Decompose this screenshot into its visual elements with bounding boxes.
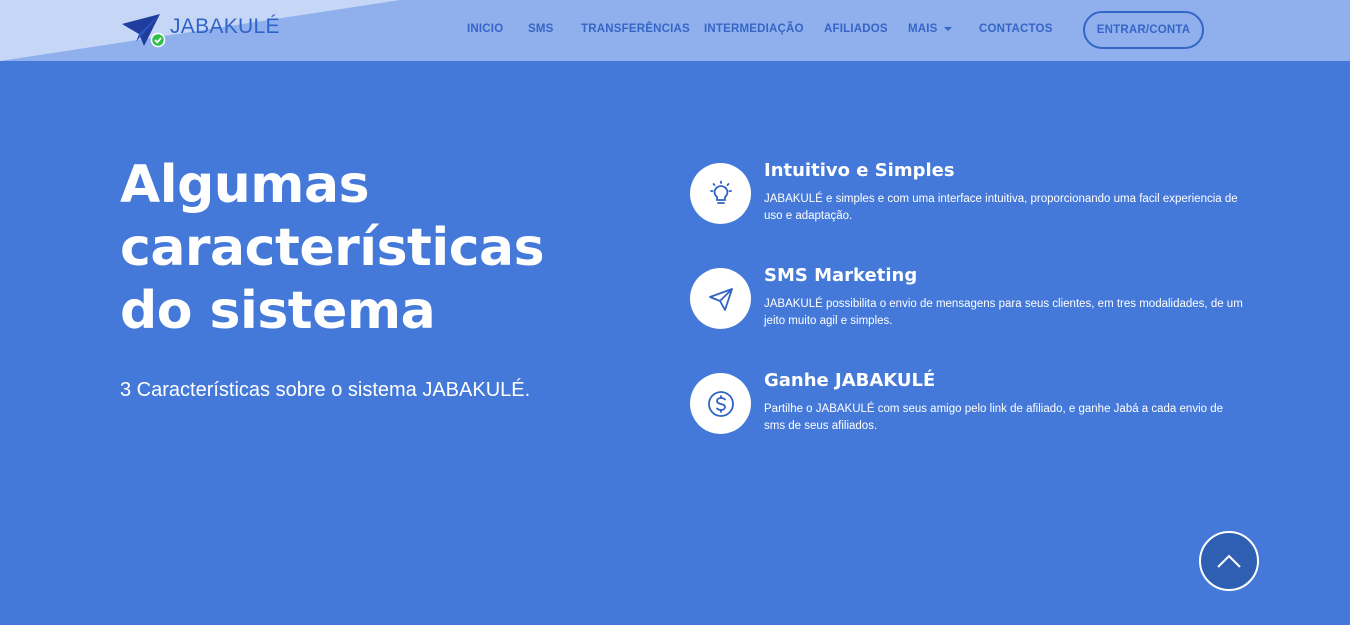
- nav-item-mais-label: MAIS: [908, 23, 938, 35]
- title-line: Algumas: [120, 155, 370, 215]
- feature-title: Ganhe JABAKULÉ: [764, 370, 936, 391]
- dollar-coin-icon: [690, 373, 751, 434]
- feature-description: JABAKULÉ e simples e com uma interface i…: [764, 193, 1238, 222]
- paper-plane-icon: [690, 268, 751, 329]
- page-title: Algumas características do sistema: [120, 154, 600, 343]
- feature-description: Partilhe o JABAKULÉ com seus amigo pelo …: [764, 403, 1224, 432]
- caret-down-icon: [943, 26, 952, 31]
- feature-title: SMS Marketing: [764, 265, 918, 286]
- scroll-to-top-button[interactable]: [1199, 531, 1259, 591]
- lightbulb-icon: [690, 163, 751, 224]
- title-line: do sistema: [120, 281, 436, 341]
- nav-item-afiliados[interactable]: AFILIADOS: [824, 23, 888, 35]
- nav-item-sms[interactable]: SMS: [528, 23, 554, 35]
- nav-item-transferencias[interactable]: TRANSFERÊNCIAS: [581, 23, 690, 35]
- chevron-up-icon: [1217, 554, 1241, 568]
- title-line: características: [120, 218, 545, 278]
- feature-description: JABAKULÉ possibilita o envio de mensagen…: [764, 298, 1243, 327]
- page-subtitle: 3 Características sobre o sistema JABAKU…: [120, 379, 531, 401]
- nav-item-inicio[interactable]: INICIO: [467, 23, 503, 35]
- nav-item-intermediacao[interactable]: INTERMEDIAÇÃO: [704, 23, 804, 35]
- nav-item-mais[interactable]: MAIS: [908, 23, 952, 35]
- nav-item-contactos[interactable]: CONTACTOS: [979, 23, 1053, 35]
- login-button[interactable]: ENTRAR/CONTA: [1083, 11, 1204, 49]
- feature-title: Intuitivo e Simples: [764, 160, 955, 181]
- top-navbar: JABAKULÉ INICIO SMS TRANSFERÊNCIAS INTER…: [0, 0, 1350, 61]
